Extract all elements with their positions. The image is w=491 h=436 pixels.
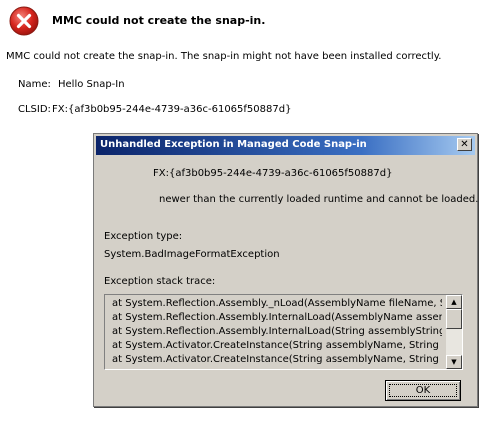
stack-trace-label: Exception stack trace: bbox=[104, 276, 216, 287]
name-label: Name: bbox=[18, 79, 51, 90]
arrow-up-icon: ▲ bbox=[451, 298, 457, 306]
close-icon: ✕ bbox=[460, 139, 469, 150]
stack-trace-line: at System.Reflection.Assembly.InternalLo… bbox=[112, 312, 442, 323]
clsid-label: CLSID: bbox=[18, 104, 51, 115]
arrow-down-icon: ▼ bbox=[451, 358, 457, 366]
error-icon bbox=[9, 6, 39, 36]
clsid-value: FX:{af3b0b95-244e-4739-a36c-61065f50887d… bbox=[52, 104, 292, 115]
stack-trace-lines: at System.Reflection.Assembly._nLoad(Ass… bbox=[112, 297, 442, 367]
exception-type-label: Exception type: bbox=[104, 231, 183, 242]
dialog-newer-text: newer than the currently loaded runtime … bbox=[159, 194, 479, 205]
scroll-up-button[interactable]: ▲ bbox=[446, 295, 462, 309]
stack-trace-box[interactable]: at System.Reflection.Assembly._nLoad(Ass… bbox=[104, 294, 463, 370]
stack-trace-line: at System.Reflection.Assembly.InternalLo… bbox=[112, 326, 442, 337]
dialog-clsid: FX:{af3b0b95-244e-4739-a36c-61065f50887d… bbox=[153, 168, 393, 179]
main-title: MMC could not create the snap-in. bbox=[52, 14, 266, 27]
focus-rectangle bbox=[389, 384, 457, 397]
stack-trace-line: at System.Activator.CreateInstance(Strin… bbox=[112, 340, 442, 351]
exception-type-value: System.BadImageFormatException bbox=[104, 249, 280, 260]
exception-dialog: Unhandled Exception in Managed Code Snap… bbox=[93, 133, 478, 407]
stack-trace-line: at System.Reflection.Assembly._nLoad(Ass… bbox=[112, 298, 442, 309]
ok-button[interactable]: OK bbox=[385, 380, 461, 401]
vertical-scrollbar[interactable]: ▲ ▼ bbox=[446, 295, 462, 369]
scroll-thumb[interactable] bbox=[446, 309, 462, 329]
dialog-titlebar[interactable]: Unhandled Exception in Managed Code Snap… bbox=[96, 136, 475, 155]
name-value: Hello Snap-In bbox=[58, 79, 125, 90]
dialog-title: Unhandled Exception in Managed Code Snap… bbox=[100, 139, 367, 150]
stack-trace-line: at System.Activator.CreateInstance(Strin… bbox=[112, 354, 442, 365]
main-message: MMC could not create the snap-in. The sn… bbox=[6, 51, 442, 62]
scroll-down-button[interactable]: ▼ bbox=[446, 355, 462, 369]
close-button[interactable]: ✕ bbox=[457, 138, 472, 151]
